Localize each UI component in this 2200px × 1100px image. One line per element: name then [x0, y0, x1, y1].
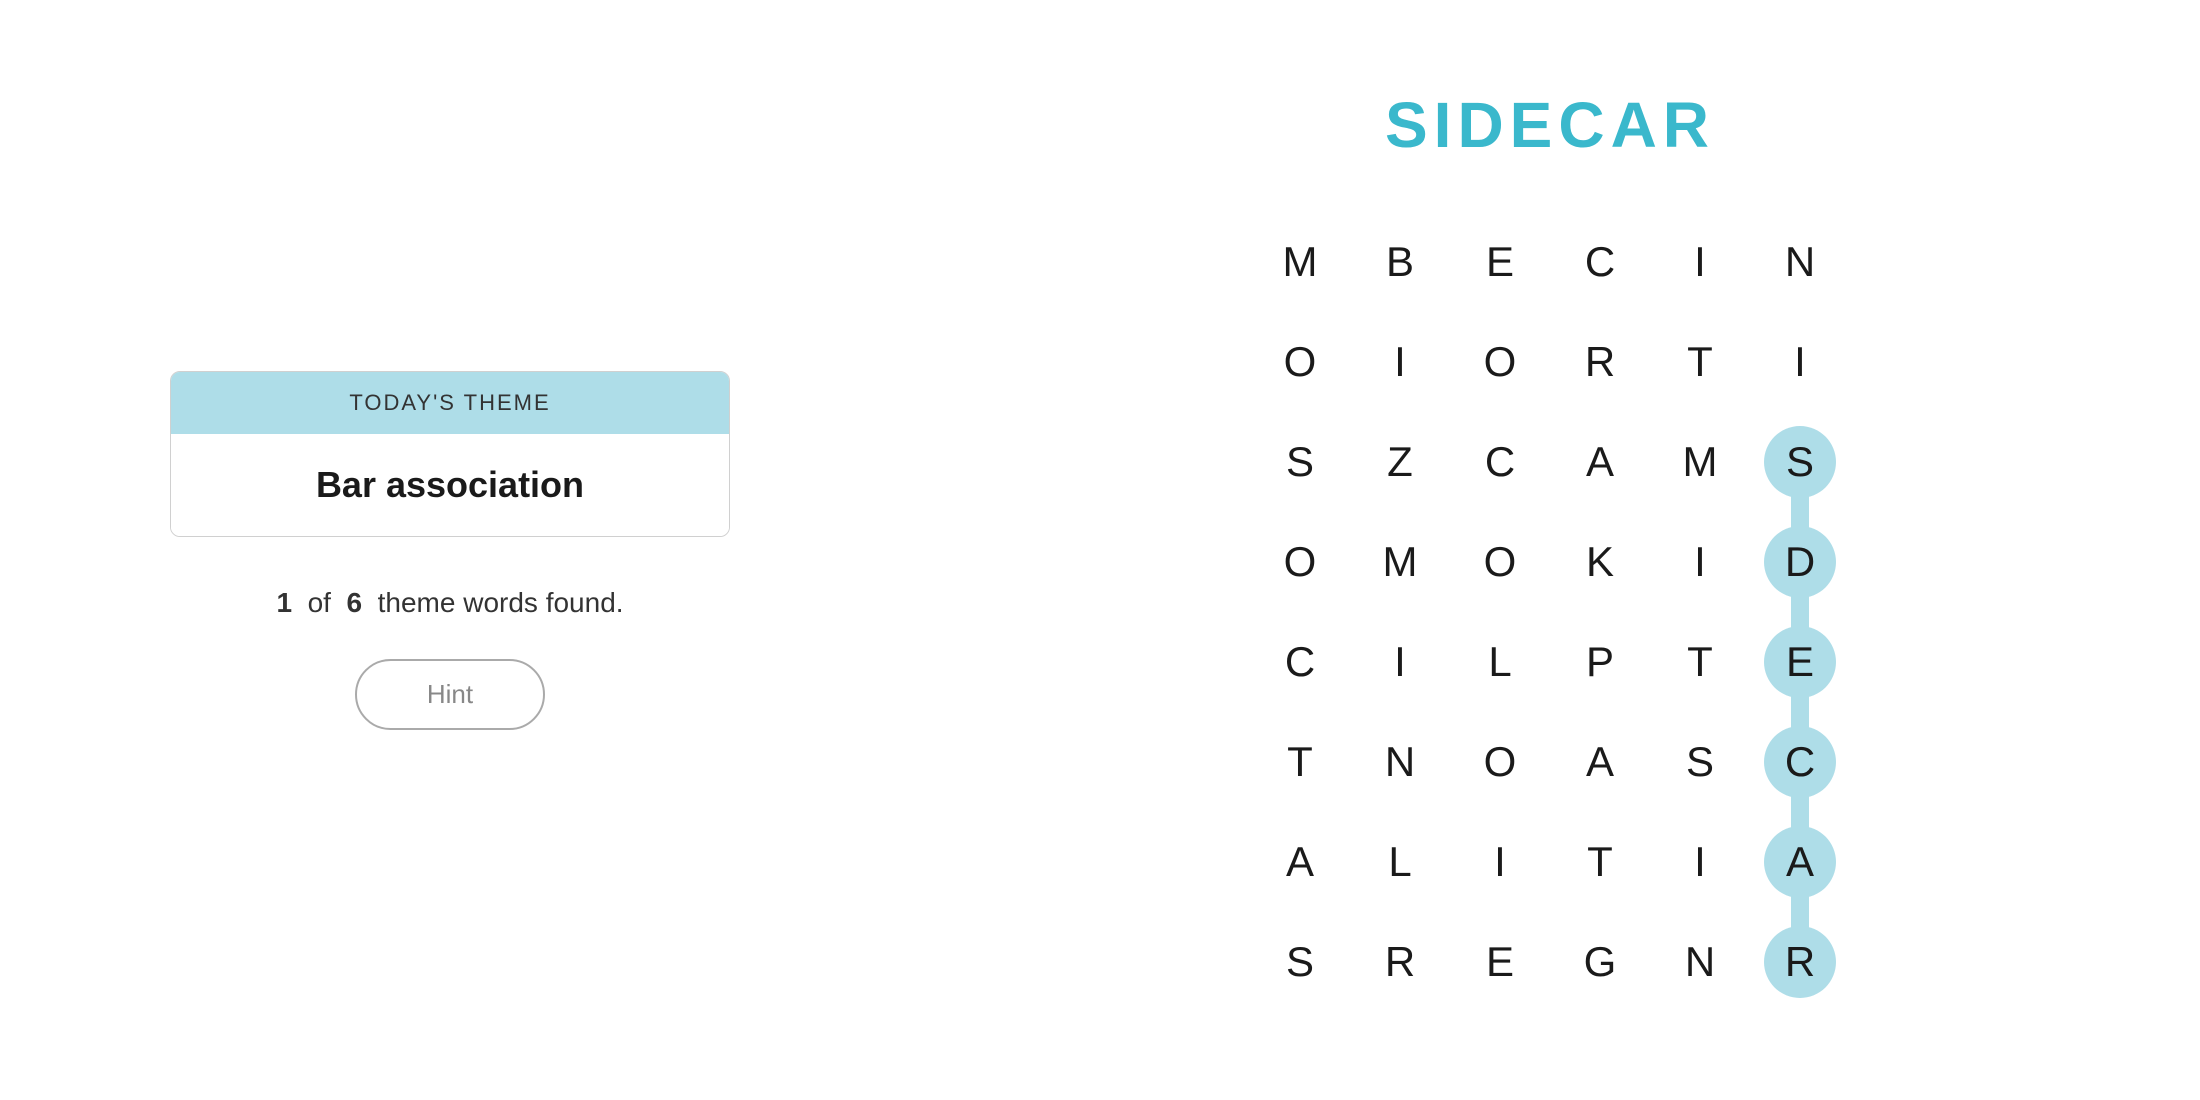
- progress-total: 6: [346, 587, 362, 618]
- theme-card-header: TODAY'S THEME: [171, 372, 729, 434]
- letter-grid[interactable]: MBECINOIORTISZCAMSOMOKIDCILPTETNOASCALIT…: [1250, 212, 1850, 1012]
- grid-cell[interactable]: I: [1750, 312, 1850, 412]
- grid-cell[interactable]: Z: [1350, 412, 1450, 512]
- grid-cell[interactable]: A: [1250, 812, 1350, 912]
- grid-cell[interactable]: E: [1450, 212, 1550, 312]
- grid-cell[interactable]: T: [1550, 812, 1650, 912]
- grid-cell[interactable]: A: [1750, 812, 1850, 912]
- grid-cell[interactable]: P: [1550, 612, 1650, 712]
- grid-cell[interactable]: D: [1750, 512, 1850, 612]
- grid-cell[interactable]: G: [1550, 912, 1650, 1012]
- grid-cell[interactable]: S: [1250, 412, 1350, 512]
- grid-cell[interactable]: C: [1750, 712, 1850, 812]
- progress-text: 1 of 6 theme words found.: [276, 587, 623, 619]
- grid-cell[interactable]: R: [1750, 912, 1850, 1012]
- grid-cell[interactable]: C: [1450, 412, 1550, 512]
- grid-cell[interactable]: M: [1650, 412, 1750, 512]
- theme-label: TODAY'S THEME: [349, 390, 550, 415]
- grid-cell[interactable]: O: [1450, 312, 1550, 412]
- theme-value: Bar association: [316, 464, 584, 505]
- grid-cell[interactable]: E: [1450, 912, 1550, 1012]
- grid-cell[interactable]: A: [1550, 412, 1650, 512]
- grid-container: MBECINOIORTISZCAMSOMOKIDCILPTETNOASCALIT…: [1250, 212, 1850, 1012]
- grid-cell[interactable]: S: [1650, 712, 1750, 812]
- grid-cell[interactable]: I: [1650, 812, 1750, 912]
- grid-cell[interactable]: R: [1550, 312, 1650, 412]
- grid-cell[interactable]: I: [1450, 812, 1550, 912]
- progress-found: 1: [276, 587, 292, 618]
- grid-cell[interactable]: I: [1650, 512, 1750, 612]
- grid-cell[interactable]: I: [1350, 312, 1450, 412]
- progress-label: theme words found.: [378, 587, 624, 618]
- grid-cell[interactable]: O: [1250, 512, 1350, 612]
- hint-button[interactable]: Hint: [355, 659, 545, 730]
- theme-card: TODAY'S THEME Bar association: [170, 371, 730, 537]
- grid-cell[interactable]: K: [1550, 512, 1650, 612]
- grid-cell[interactable]: B: [1350, 212, 1450, 312]
- grid-cell[interactable]: E: [1750, 612, 1850, 712]
- right-panel: SIDECAR MBECINOIORTISZCAMSOMOKIDCILPTETN…: [900, 0, 2200, 1100]
- grid-cell[interactable]: T: [1650, 612, 1750, 712]
- grid-cell[interactable]: L: [1450, 612, 1550, 712]
- grid-cell[interactable]: M: [1250, 212, 1350, 312]
- grid-cell[interactable]: T: [1650, 312, 1750, 412]
- grid-cell[interactable]: N: [1750, 212, 1850, 312]
- grid-cell[interactable]: O: [1250, 312, 1350, 412]
- grid-cell[interactable]: C: [1550, 212, 1650, 312]
- grid-cell[interactable]: R: [1350, 912, 1450, 1012]
- grid-cell[interactable]: N: [1350, 712, 1450, 812]
- theme-card-body: Bar association: [171, 434, 729, 536]
- grid-cell[interactable]: A: [1550, 712, 1650, 812]
- grid-cell[interactable]: O: [1450, 712, 1550, 812]
- grid-cell[interactable]: O: [1450, 512, 1550, 612]
- grid-cell[interactable]: L: [1350, 812, 1450, 912]
- left-panel: TODAY'S THEME Bar association 1 of 6 the…: [0, 0, 900, 1100]
- grid-cell[interactable]: N: [1650, 912, 1750, 1012]
- grid-cell[interactable]: M: [1350, 512, 1450, 612]
- grid-cell[interactable]: I: [1350, 612, 1450, 712]
- hint-button-label: Hint: [427, 679, 473, 709]
- grid-cell[interactable]: C: [1250, 612, 1350, 712]
- grid-cell[interactable]: S: [1750, 412, 1850, 512]
- game-title: SIDECAR: [1385, 88, 1715, 162]
- grid-cell[interactable]: S: [1250, 912, 1350, 1012]
- grid-cell[interactable]: T: [1250, 712, 1350, 812]
- grid-cell[interactable]: I: [1650, 212, 1750, 312]
